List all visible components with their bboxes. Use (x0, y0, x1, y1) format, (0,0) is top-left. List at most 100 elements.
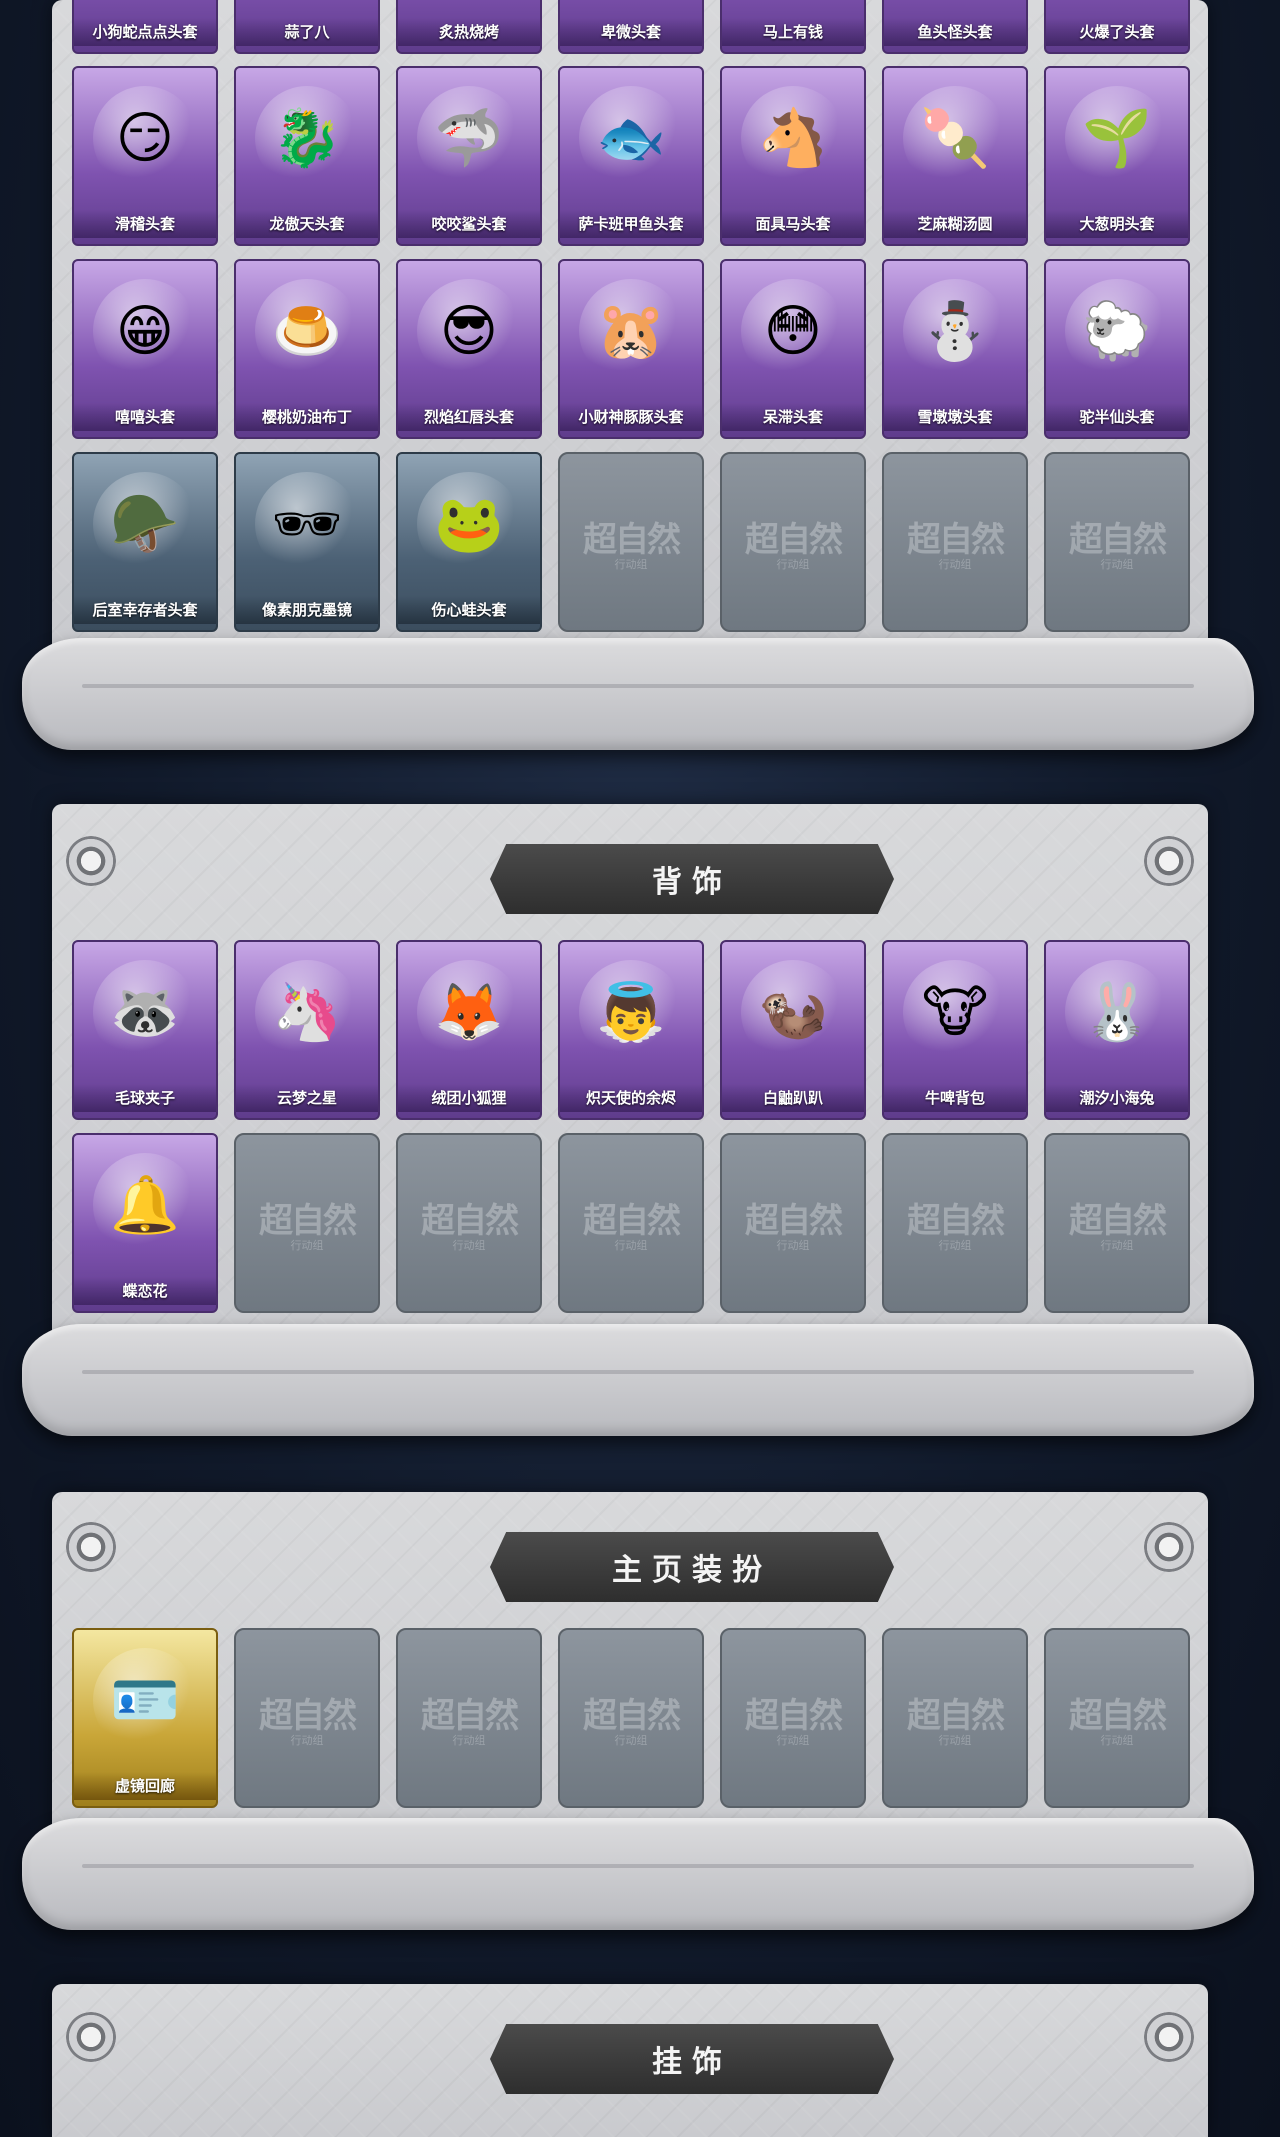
item-card[interactable]: 🕶 像素朋克墨镜 (234, 452, 380, 632)
item-label: 卑微头套 (560, 18, 702, 46)
section-title-banner: 挂饰 (490, 2024, 894, 2094)
watermark-logo: 超自然 (259, 1201, 357, 1241)
capybara-head-icon: 🐹 (579, 279, 683, 383)
item-label: 雪墩墩头套 (884, 403, 1026, 431)
watermark-sub: 行动组 (452, 1239, 486, 1252)
item-label: 炙热烧烤 (398, 18, 540, 46)
watermark-logo: 超自然 (1069, 1201, 1167, 1241)
item-card[interactable]: 🐮 牛啤背包 (882, 940, 1028, 1120)
item-card[interactable]: 马上有钱 (720, 0, 866, 54)
locked-slot: 超自然 行动组 (882, 1133, 1028, 1313)
item-card[interactable]: 🦄 云梦之星 (234, 940, 380, 1120)
section-title-banner: 背饰 (490, 844, 894, 914)
item-card[interactable]: 🐰 潮汐小海兔 (1044, 940, 1190, 1120)
locked-slot: 超自然 行动组 (558, 1628, 704, 1808)
watermark-sub: 行动组 (776, 558, 810, 571)
pendant-panel: 挂饰 (52, 1984, 1208, 2137)
watermark-logo: 超自然 (583, 1696, 681, 1736)
watermark-sub: 行动组 (614, 1239, 648, 1252)
item-label: 呆滞头套 (722, 403, 864, 431)
locked-slot: 超自然 行动组 (720, 452, 866, 632)
item-card[interactable]: 炙热烧烤 (396, 0, 542, 54)
item-card[interactable]: 😳 呆滞头套 (720, 259, 866, 439)
item-label: 小狗蛇点点头套 (74, 18, 216, 46)
item-label: 马上有钱 (722, 18, 864, 46)
horse-head-icon: 🐴 (741, 86, 845, 190)
item-card[interactable]: 鱼头怪头套 (882, 0, 1028, 54)
item-card[interactable]: 🐹 小财神豚豚头套 (558, 259, 704, 439)
section-title: 主页装扮 (612, 1553, 772, 1588)
watermark-sub: 行动组 (776, 1239, 810, 1252)
item-label: 毛球夹子 (74, 1084, 216, 1112)
item-label: 驼半仙头套 (1046, 403, 1188, 431)
watermark-sub: 行动组 (1100, 1239, 1134, 1252)
section-title: 背饰 (652, 865, 732, 900)
item-card[interactable]: 😁 嘻嘻头套 (72, 259, 218, 439)
item-card[interactable]: 😏 滑稽头套 (72, 66, 218, 246)
heads-panel-scroll-edge (22, 638, 1254, 750)
locked-slot: 超自然 行动组 (1044, 452, 1190, 632)
item-card[interactable]: 😎 烈焰红唇头套 (396, 259, 542, 439)
sea-bunny-icon: 🐰 (1065, 960, 1169, 1064)
watermark-sub: 行动组 (290, 1239, 324, 1252)
item-card[interactable]: 卑微头套 (558, 0, 704, 54)
item-card[interactable]: 🐟 萨卡班甲鱼头套 (558, 66, 704, 246)
item-card[interactable]: 👼 炽天使的余烬 (558, 940, 704, 1120)
item-label: 炽天使的余烬 (560, 1084, 702, 1112)
item-card[interactable]: 🦊 绒团小狐狸 (396, 940, 542, 1120)
item-label: 面具马头套 (722, 210, 864, 238)
item-card[interactable]: 火爆了头套 (1044, 0, 1190, 54)
locked-slot: 超自然 行动组 (882, 452, 1028, 632)
fox-icon: 🦊 (417, 960, 521, 1064)
pixel-sunglasses-icon: 🕶 (255, 472, 359, 576)
locked-slot: 超自然 行动组 (234, 1628, 380, 1808)
item-card[interactable]: 🪖 后室幸存者头套 (72, 452, 218, 632)
item-card[interactable]: 小狗蛇点点头套 (72, 0, 218, 54)
item-label: 牛啤背包 (884, 1084, 1026, 1112)
pikachu-head-icon: 😎 (417, 279, 521, 383)
dazed-face-icon: 😳 (741, 279, 845, 383)
item-label: 樱桃奶油布丁 (236, 403, 378, 431)
item-card[interactable]: 🪪 虚镜回廊 (72, 1628, 218, 1808)
watermark-logo: 超自然 (745, 1201, 843, 1241)
locked-slot: 超自然 行动组 (1044, 1133, 1190, 1313)
item-card[interactable]: 🦦 白鼬趴趴 (720, 940, 866, 1120)
item-label: 潮汐小海兔 (1046, 1084, 1188, 1112)
item-card[interactable]: 🔔 蝶恋花 (72, 1133, 218, 1313)
dumpling-head-icon: 🍡 (903, 86, 1007, 190)
item-label: 小财神豚豚头套 (560, 403, 702, 431)
gear-ornament-icon (1144, 836, 1194, 886)
gear-ornament-icon (66, 1522, 116, 1572)
watermark-logo: 超自然 (421, 1696, 519, 1736)
item-card[interactable]: 🍮 樱桃奶油布丁 (234, 259, 380, 439)
shark-head-icon: 🦈 (417, 86, 521, 190)
fish-head-icon: 🐟 (579, 86, 683, 190)
snowman-head-icon: ⛄ (903, 279, 1007, 383)
item-label: 龙傲天头套 (236, 210, 378, 238)
item-card[interactable]: 🌱 大葱明头套 (1044, 66, 1190, 246)
watermark-logo: 超自然 (745, 1696, 843, 1736)
gear-ornament-icon (66, 2012, 116, 2062)
item-label: 嘻嘻头套 (74, 403, 216, 431)
smirk-face-icon: 😏 (93, 86, 197, 190)
item-label: 虚镜回廊 (74, 1772, 216, 1800)
grin-face-icon: 😁 (93, 279, 197, 383)
locked-slot: 超自然 行动组 (720, 1133, 866, 1313)
watermark-sub: 行动组 (938, 1239, 972, 1252)
item-card[interactable]: 🦈 咬咬鲨头套 (396, 66, 542, 246)
item-card[interactable]: 蒜了八 (234, 0, 380, 54)
item-card[interactable]: 🐴 面具马头套 (720, 66, 866, 246)
watermark-sub: 行动组 (938, 1734, 972, 1747)
item-card[interactable]: 🐸 伤心蛙头套 (396, 452, 542, 632)
watermark-logo: 超自然 (907, 1696, 1005, 1736)
item-card[interactable]: 🐑 驼半仙头套 (1044, 259, 1190, 439)
watermark-sub: 行动组 (614, 558, 648, 571)
watermark-sub: 行动组 (1100, 1734, 1134, 1747)
locked-slot: 超自然 行动组 (234, 1133, 380, 1313)
item-card[interactable]: ⛄ 雪墩墩头套 (882, 259, 1028, 439)
item-card[interactable]: 🐉 龙傲天头套 (234, 66, 380, 246)
gear-ornament-icon (66, 836, 116, 886)
item-card[interactable]: 🦝 毛球夹子 (72, 940, 218, 1120)
watermark-sub: 行动组 (290, 1734, 324, 1747)
item-card[interactable]: 🍡 芝麻糊汤圆 (882, 66, 1028, 246)
